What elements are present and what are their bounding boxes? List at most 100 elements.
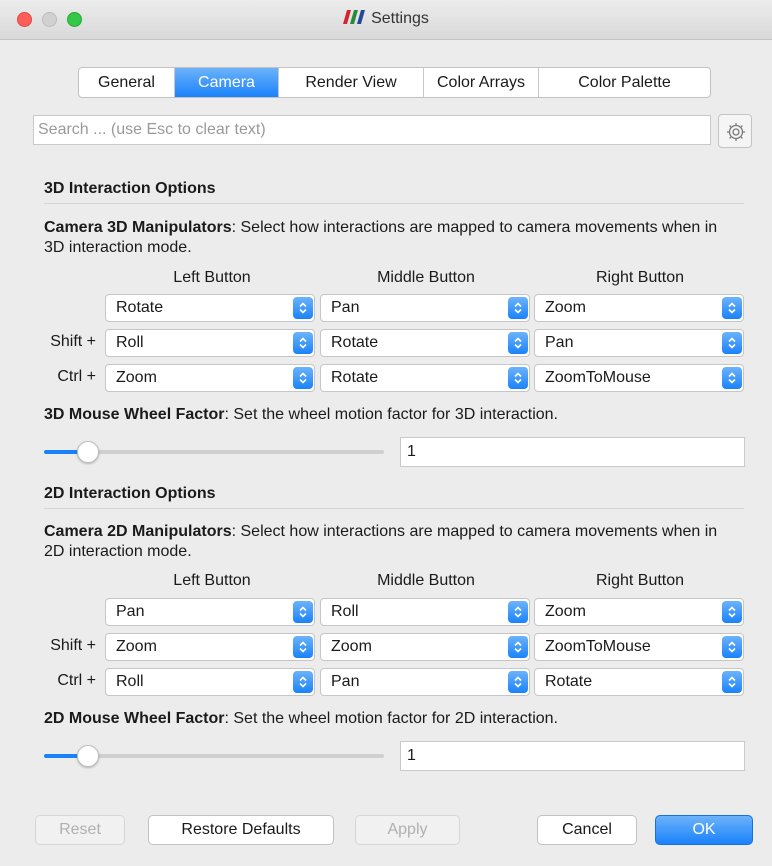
column-header-middle-button-3d: Middle Button <box>377 269 475 286</box>
combo-value: Rotate <box>116 299 164 316</box>
column-header-middle-button-2d: Middle Button <box>377 572 475 589</box>
combo-value: Roll <box>331 603 359 620</box>
updown-arrows-icon <box>293 636 313 658</box>
section-title-2d: 2D Interaction Options <box>44 485 216 502</box>
section-title-3d: 3D Interaction Options <box>44 180 216 197</box>
updown-arrows-icon <box>508 367 528 389</box>
mouse-wheel-2d-slider[interactable] <box>44 745 384 767</box>
combo-value: Pan <box>331 299 360 316</box>
combo-2d-shift-left-button[interactable]: Zoom <box>105 633 315 661</box>
combo-2d-ctrl-middle-button[interactable]: Pan <box>320 668 530 696</box>
updown-arrows-icon <box>293 332 313 354</box>
updown-arrows-icon <box>293 297 313 319</box>
updown-arrows-icon <box>722 367 742 389</box>
combo-value: ZoomToMouse <box>545 369 651 386</box>
combo-2d-middle-button[interactable]: Roll <box>320 598 530 626</box>
updown-arrows-icon <box>722 601 742 623</box>
column-header-right-button-2d: Right Button <box>595 572 685 589</box>
mouse-wheel-3d-value-field[interactable]: 1 <box>400 437 745 467</box>
search-input[interactable]: Search ... (use Esc to clear text) <box>33 115 711 145</box>
combo-2d-ctrl-left-button[interactable]: Roll <box>105 668 315 696</box>
combo-3d-left-button[interactable]: Rotate <box>105 294 315 322</box>
mouse-wheel-2d-value-field[interactable]: 1 <box>400 741 745 771</box>
combo-value: Zoom <box>116 369 157 386</box>
combo-2d-left-button[interactable]: Pan <box>105 598 315 626</box>
window-title: Settings <box>371 10 429 27</box>
combo-2d-shift-middle-button[interactable]: Zoom <box>320 633 530 661</box>
column-header-right-button-3d: Right Button <box>595 269 685 286</box>
updown-arrows-icon <box>508 332 528 354</box>
column-header-left-button-2d: Left Button <box>173 572 251 589</box>
combo-3d-ctrl-left-button[interactable]: Zoom <box>105 364 315 392</box>
app-logo-icon <box>343 10 366 24</box>
row-label-ctrl-3d: Ctrl + <box>57 368 96 385</box>
combo-value: Zoom <box>545 603 586 620</box>
tab-render-view[interactable]: Render View <box>279 68 424 97</box>
combo-2d-ctrl-right-button[interactable]: Rotate <box>534 668 744 696</box>
combo-value: ZoomToMouse <box>545 638 651 655</box>
combo-3d-shift-middle-button[interactable]: Rotate <box>320 329 530 357</box>
combo-3d-ctrl-middle-button[interactable]: Rotate <box>320 364 530 392</box>
combo-value: Rotate <box>545 673 593 690</box>
mouse-wheel-2d-description: 2D Mouse Wheel Factor: Set the wheel mot… <box>44 709 734 729</box>
column-header-left-button-3d: Left Button <box>173 269 251 286</box>
window-title-area: Settings <box>0 10 772 28</box>
updown-arrows-icon <box>508 297 528 319</box>
cancel-button[interactable]: Cancel <box>537 815 637 845</box>
camera-3d-manipulators-description: Camera 3D Manipulators: Select how inter… <box>44 218 734 258</box>
combo-value: Zoom <box>116 638 157 655</box>
tab-general[interactable]: General <box>79 68 175 97</box>
combo-value: Pan <box>331 673 360 690</box>
updown-arrows-icon <box>508 671 528 693</box>
mouse-wheel-3d-description: 3D Mouse Wheel Factor: Set the wheel mot… <box>44 405 734 425</box>
mouse-wheel-3d-label: 3D Mouse Wheel Factor <box>44 406 225 423</box>
combo-value: Pan <box>116 603 145 620</box>
combo-2d-right-button[interactable]: Zoom <box>534 598 744 626</box>
mouse-wheel-3d-text: : Set the wheel motion factor for 3D int… <box>224 406 558 423</box>
combo-value: Rotate <box>331 334 379 351</box>
slider-handle[interactable] <box>77 441 99 463</box>
updown-arrows-icon <box>722 636 742 658</box>
combo-value: Roll <box>116 334 144 351</box>
apply-button[interactable]: Apply <box>355 815 460 845</box>
title-bar: Settings <box>0 0 772 40</box>
updown-arrows-icon <box>508 601 528 623</box>
ok-button[interactable]: OK <box>655 815 753 845</box>
updown-arrows-icon <box>293 367 313 389</box>
gear-icon <box>727 123 745 141</box>
tab-color-palette[interactable]: Color Palette <box>539 68 710 97</box>
camera-2d-manipulators-label: Camera 2D Manipulators <box>44 523 232 540</box>
combo-value: Zoom <box>331 638 372 655</box>
advanced-settings-button[interactable] <box>718 114 752 148</box>
mouse-wheel-2d-text: : Set the wheel motion factor for 2D int… <box>224 710 558 727</box>
combo-3d-ctrl-right-button[interactable]: ZoomToMouse <box>534 364 744 392</box>
tab-color-arrays[interactable]: Color Arrays <box>424 68 539 97</box>
updown-arrows-icon <box>508 636 528 658</box>
row-label-shift-3d: Shift + <box>50 333 96 350</box>
updown-arrows-icon <box>293 601 313 623</box>
updown-arrows-icon <box>722 297 742 319</box>
combo-3d-shift-left-button[interactable]: Roll <box>105 329 315 357</box>
updown-arrows-icon <box>722 332 742 354</box>
combo-value: Zoom <box>545 299 586 316</box>
combo-3d-right-button[interactable]: Zoom <box>534 294 744 322</box>
tab-camera[interactable]: Camera <box>175 68 279 97</box>
updown-arrows-icon <box>293 671 313 693</box>
combo-3d-shift-right-button[interactable]: Pan <box>534 329 744 357</box>
reset-button[interactable]: Reset <box>35 815 125 845</box>
settings-tab-bar: General Camera Render View Color Arrays … <box>78 67 711 98</box>
restore-defaults-button[interactable]: Restore Defaults <box>148 815 334 845</box>
combo-value: Rotate <box>331 369 379 386</box>
slider-handle[interactable] <box>77 745 99 767</box>
camera-2d-manipulators-description: Camera 2D Manipulators: Select how inter… <box>44 522 734 562</box>
combo-3d-middle-button[interactable]: Pan <box>320 294 530 322</box>
row-label-ctrl-2d: Ctrl + <box>57 672 96 689</box>
mouse-wheel-3d-slider[interactable] <box>44 441 384 463</box>
camera-3d-manipulators-label: Camera 3D Manipulators <box>44 219 232 236</box>
mouse-wheel-2d-label: 2D Mouse Wheel Factor <box>44 710 225 727</box>
combo-value: Roll <box>116 673 144 690</box>
updown-arrows-icon <box>722 671 742 693</box>
combo-2d-shift-right-button[interactable]: ZoomToMouse <box>534 633 744 661</box>
combo-value: Pan <box>545 334 574 351</box>
section-divider-2d <box>44 508 744 509</box>
